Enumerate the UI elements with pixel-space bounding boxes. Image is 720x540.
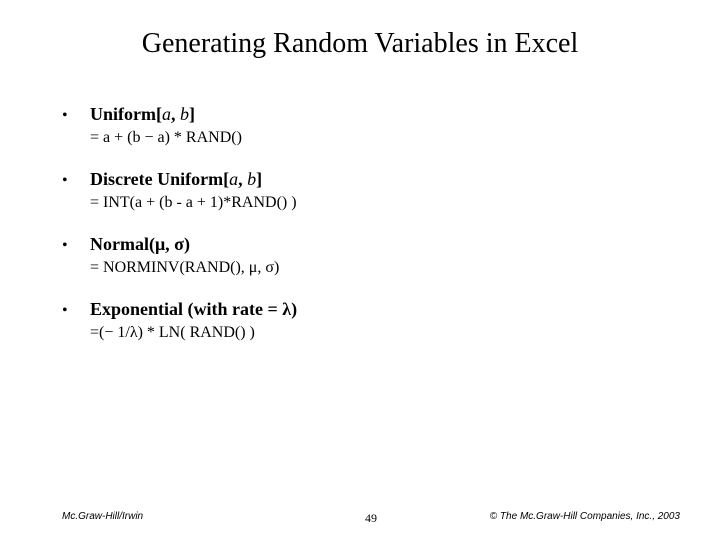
bullet-item: •Normal(μ, σ) = NORMINV(RAND(), μ, σ) [62,234,662,277]
footer: Mc.Graw-Hill/Irwin 49 © The Mc.Graw-Hill… [62,511,680,522]
bullet-heading-line: •Normal(μ, σ) [62,234,662,255]
footer-right: © The Mc.Graw-Hill Companies, Inc., 2003 [490,511,680,522]
bullet-item: •Discrete Uniform[a, b] = INT(a + (b - a … [62,169,662,212]
bullet-heading: Discrete Uniform[a, b] [90,169,262,190]
bullet-heading-line: •Exponential (with rate = λ) [62,299,662,320]
bullet-formula: = NORMINV(RAND(), μ, σ) [90,259,662,277]
bullet-heading-line: •Uniform[a, b] [62,104,662,125]
bullet-dot-icon: • [62,237,90,255]
slide: Generating Random Variables in Excel •Un… [0,0,720,540]
bullet-formula: = a + (b − a) * RAND() [90,129,662,147]
slide-body: •Uniform[a, b]= a + (b − a) * RAND()•Dis… [62,104,662,364]
bullet-dot-icon: • [62,107,90,125]
bullet-heading: Exponential (with rate = λ) [90,299,297,320]
bullet-dot-icon: • [62,302,90,320]
bullet-formula: = INT(a + (b - a + 1)*RAND() ) [90,194,662,212]
bullet-item: •Uniform[a, b] = a + (b − a) * RAND() [62,104,662,147]
footer-left: Mc.Graw-Hill/Irwin [62,511,143,522]
slide-title: Generating Random Variables in Excel [0,28,720,60]
bullet-dot-icon: • [62,172,90,190]
bullet-heading-line: •Discrete Uniform[a, b] [62,169,662,190]
bullet-heading: Normal(μ, σ) [90,234,190,255]
bullet-formula: =(− 1/λ) * LN( RAND() ) [90,324,662,342]
bullet-item: •Exponential (with rate = λ) =(− 1/λ) * L… [62,299,662,342]
bullet-heading: Uniform[a, b] [90,104,195,125]
